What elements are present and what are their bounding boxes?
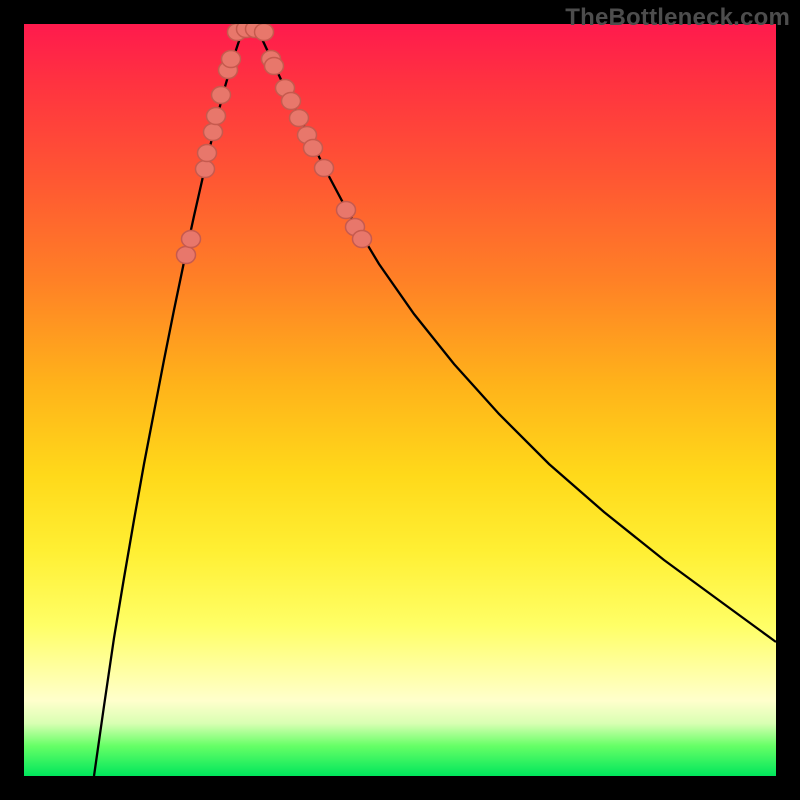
data-dot <box>290 110 309 127</box>
data-dot <box>204 124 223 141</box>
data-dot <box>196 161 215 178</box>
data-dot <box>207 108 226 125</box>
data-dots <box>177 24 372 264</box>
data-dot <box>337 202 356 219</box>
chart-frame <box>24 24 776 776</box>
data-dot <box>255 24 274 41</box>
left-curve <box>94 26 244 776</box>
data-dot <box>315 160 334 177</box>
data-dot <box>222 51 241 68</box>
data-dot <box>212 87 231 104</box>
chart-svg <box>24 24 776 776</box>
right-curve <box>256 26 776 642</box>
data-dot <box>265 58 284 75</box>
data-dot <box>177 247 196 264</box>
watermark-text: TheBottleneck.com <box>565 4 790 32</box>
data-dot <box>304 140 323 157</box>
data-dot <box>282 93 301 110</box>
data-dot <box>182 231 201 248</box>
data-dot <box>353 231 372 248</box>
data-dot <box>198 145 217 162</box>
